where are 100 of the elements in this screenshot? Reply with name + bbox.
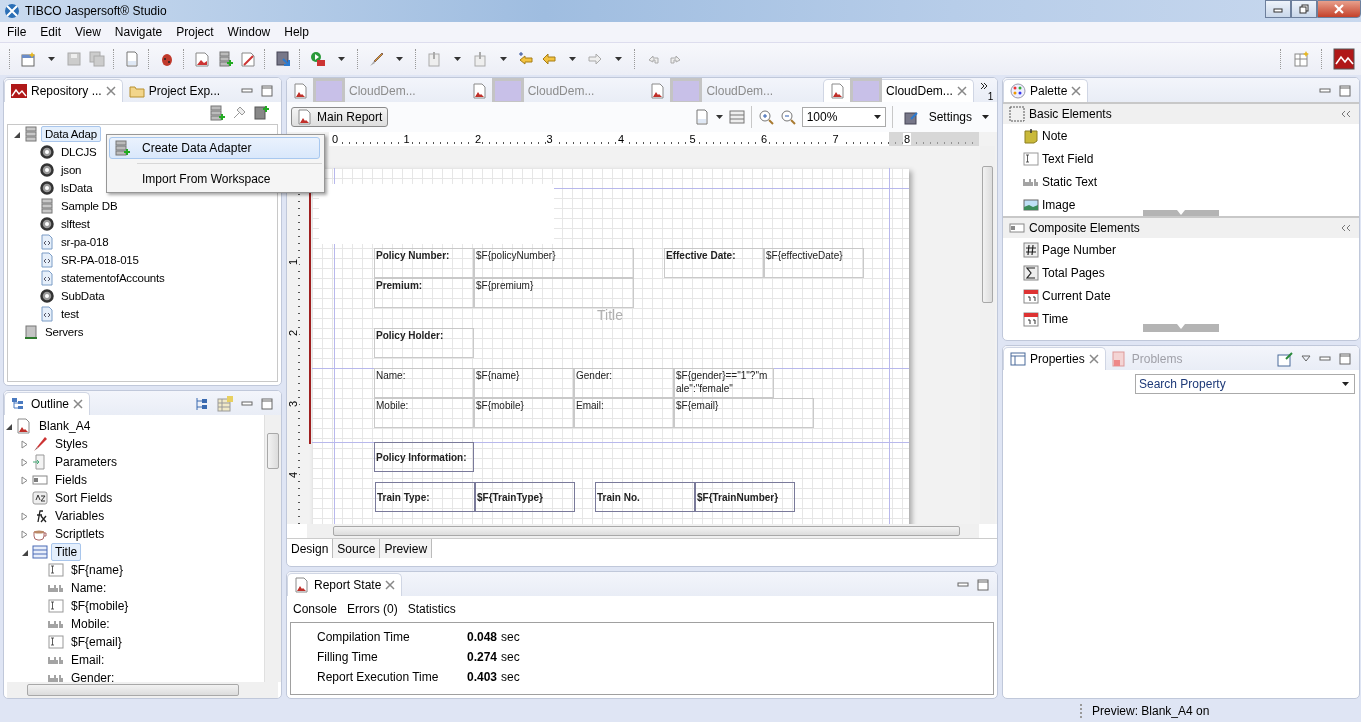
report-element[interactable]: Mobile: <box>374 398 474 428</box>
report-element[interactable]: Effective Date: <box>664 248 764 278</box>
tree-item[interactable]: json <box>57 162 86 178</box>
expand-arrow-icon[interactable] <box>20 511 29 521</box>
caret-icon[interactable] <box>337 57 345 61</box>
scrollbar[interactable] <box>307 524 979 538</box>
palette-item[interactable]: Page Number <box>1003 238 1359 261</box>
zoom-out-icon[interactable] <box>779 109 796 125</box>
menu-item[interactable]: View <box>68 25 108 39</box>
settings-button[interactable]: Settings <box>898 109 993 125</box>
menu-item[interactable]: Help <box>277 25 316 39</box>
close-icon[interactable] <box>956 86 967 96</box>
report-element[interactable]: Policy Holder: <box>374 328 474 358</box>
palette-item[interactable]: Note <box>1003 124 1359 147</box>
menu-item[interactable]: Edit <box>33 25 69 39</box>
report-element[interactable]: $F{gender}=="1"?"male":"female" <box>674 368 774 398</box>
collapse-icon[interactable] <box>1341 110 1351 118</box>
palette-item[interactable]: Current Date <box>1003 284 1359 307</box>
pin-icon[interactable] <box>1277 351 1293 367</box>
view-tab[interactable]: Source <box>333 539 381 558</box>
palette-item[interactable]: Static Text <box>1003 170 1359 193</box>
report-element[interactable]: Email: <box>574 398 674 428</box>
palette-item[interactable]: Text Field <box>1003 147 1359 170</box>
search-property-field[interactable]: Search Property <box>1135 374 1355 394</box>
caret-icon[interactable] <box>453 57 461 61</box>
close-icon[interactable] <box>1088 354 1099 364</box>
scroll-handle[interactable] <box>1143 210 1219 218</box>
maximize-icon[interactable] <box>261 398 273 410</box>
report-element[interactable]: $F{name} <box>474 368 574 398</box>
minimize-button[interactable] <box>1265 0 1291 18</box>
caret-icon[interactable] <box>568 57 576 61</box>
binary-file-icon[interactable] <box>693 109 710 125</box>
report-element[interactable]: Policy Number: <box>374 248 474 278</box>
tree-item[interactable]: Sample DB <box>57 198 122 214</box>
tree-item[interactable]: Name: <box>67 579 111 597</box>
close-icon[interactable] <box>105 86 116 96</box>
panel-tab[interactable]: Palette <box>1003 79 1089 102</box>
close-button[interactable] <box>1317 0 1361 18</box>
sub-tab[interactable]: Statistics <box>407 602 456 616</box>
tree-item[interactable]: Mobile: <box>67 615 114 633</box>
panel-tab[interactable]: Project Exp... <box>122 80 227 102</box>
tree-item[interactable]: Data Adap <box>41 126 101 142</box>
view-menu-icon[interactable] <box>1301 355 1311 363</box>
add-adapter-icon[interactable] <box>209 105 225 121</box>
tree-item[interactable]: statementofAccounts <box>57 270 169 286</box>
scrollbar[interactable] <box>7 682 278 698</box>
zoom-combo[interactable]: 100% <box>801 107 886 127</box>
palette-section-header[interactable]: Composite Elements <box>1003 218 1359 238</box>
tree-item[interactable]: test <box>57 306 83 322</box>
report-element[interactable]: Train Type: <box>375 482 475 512</box>
tree-item[interactable]: Fields <box>51 471 91 489</box>
menu-item[interactable]: Window <box>220 25 278 39</box>
report-element[interactable]: Policy Information: <box>374 442 474 472</box>
expand-arrow-icon[interactable] <box>20 475 29 485</box>
tree-item[interactable]: Parameters <box>51 453 122 471</box>
panel-tab[interactable]: Report State <box>287 573 403 596</box>
expand-arrow-icon[interactable] <box>20 529 29 539</box>
maximize-icon[interactable] <box>977 579 989 591</box>
close-icon[interactable] <box>73 399 84 409</box>
tree-item[interactable]: Styles <box>51 435 92 453</box>
tree-item[interactable]: SR-PA-018-015 <box>57 252 143 268</box>
tree-item[interactable]: lsData <box>57 180 97 196</box>
panel-tab[interactable]: Properties <box>1003 347 1106 370</box>
menu-item[interactable]: File <box>0 25 34 39</box>
scroll-handle[interactable] <box>1143 324 1219 332</box>
save-all-button[interactable] <box>87 48 107 70</box>
tree-item[interactable]: Variables <box>51 507 109 525</box>
maximize-icon[interactable] <box>1339 85 1351 97</box>
menu-item[interactable]: Navigate <box>107 25 170 39</box>
tree-item[interactable]: Servers <box>41 324 88 340</box>
tree-item[interactable]: DLCJS <box>57 144 101 160</box>
report-element[interactable]: $F{premium} <box>474 278 634 308</box>
caret-icon[interactable] <box>395 57 403 61</box>
expand-arrow-icon[interactable] <box>20 439 29 449</box>
report-design-perspective-button[interactable] <box>1333 48 1355 70</box>
menu-item[interactable]: Import From Workspace <box>109 168 320 190</box>
sub-tab[interactable]: Errors (0) <box>347 602 398 616</box>
tree-item[interactable]: Email: <box>67 651 109 669</box>
caret-icon[interactable] <box>499 57 507 61</box>
close-icon[interactable] <box>385 580 396 590</box>
grid-view-icon[interactable] <box>217 396 233 412</box>
tree-item[interactable]: Blank_A4 <box>35 417 95 435</box>
panel-tab[interactable]: Outline <box>4 392 91 415</box>
expand-arrow-icon[interactable] <box>20 457 29 467</box>
restore-button[interactable] <box>1291 0 1317 18</box>
collapse-icon[interactable] <box>1341 224 1351 232</box>
report-element[interactable]: Train No. <box>595 482 695 512</box>
tree-item[interactable]: $F{email} <box>67 633 126 651</box>
tree-item[interactable]: SubData <box>57 288 109 304</box>
report-element[interactable]: Premium: <box>374 278 474 308</box>
tree-item[interactable]: $F{mobile} <box>67 597 133 615</box>
menu-item[interactable]: Project <box>169 25 221 39</box>
tree-item[interactable]: Gender: <box>67 669 119 682</box>
tree-item[interactable]: Title <box>51 543 82 561</box>
palette-section-header[interactable]: Basic Elements <box>1003 104 1359 124</box>
scrollbar[interactable] <box>264 415 281 682</box>
editor-tab[interactable]: CloudDem... <box>823 79 974 102</box>
report-element[interactable]: $F{TrainNumber} <box>695 482 795 512</box>
tree-item[interactable]: Scriptlets <box>51 525 109 543</box>
close-icon[interactable] <box>1071 86 1082 96</box>
